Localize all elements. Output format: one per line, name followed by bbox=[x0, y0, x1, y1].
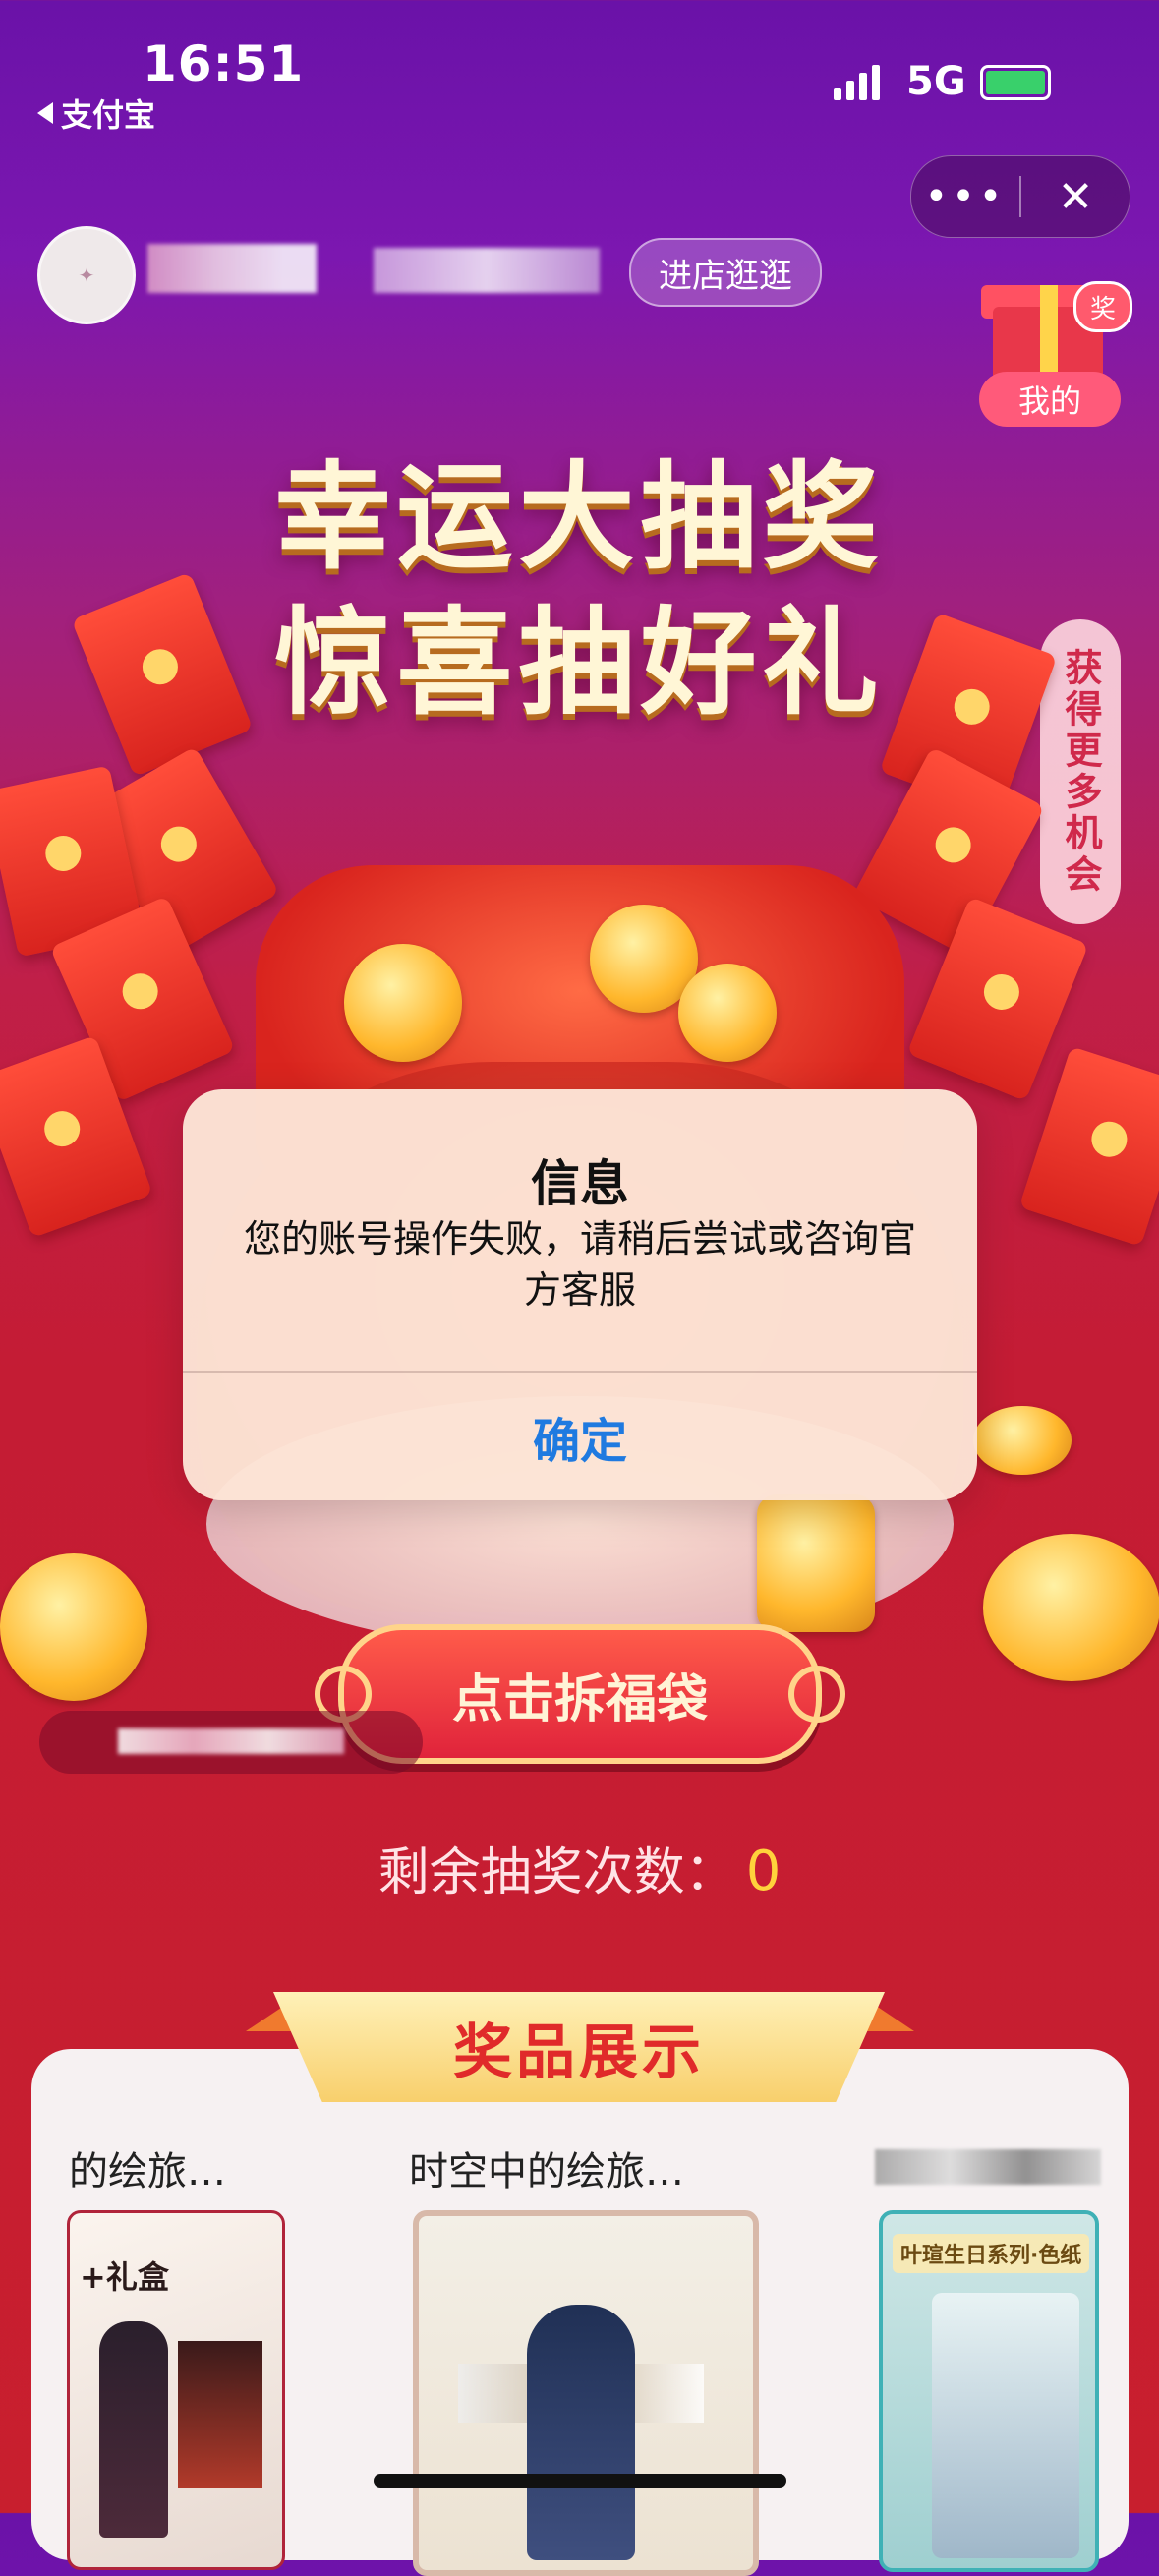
coin-icon bbox=[983, 1534, 1159, 1681]
series-label: 叶瑄生日系列·色纸 bbox=[893, 2234, 1090, 2273]
prize-image[interactable]: 叶瑄生日系列·色纸 bbox=[879, 2210, 1099, 2572]
network-type: 5G bbox=[906, 59, 966, 104]
enter-store-button[interactable]: 进店逛逛 bbox=[629, 238, 822, 307]
remaining-draws-label: 剩余抽奖次数： bbox=[377, 1844, 736, 1903]
store-subtitle-redacted bbox=[374, 248, 600, 293]
battery-icon bbox=[980, 65, 1051, 100]
showcase-title-banner: 奖品展示 bbox=[273, 1992, 885, 2102]
character-card bbox=[178, 2341, 262, 2488]
dialog-ok-button[interactable]: 确定 bbox=[183, 1373, 977, 1500]
prize-image[interactable] bbox=[413, 2210, 759, 2576]
gift-ribbon-icon bbox=[1040, 285, 1058, 383]
home-indicator[interactable] bbox=[374, 2474, 786, 2488]
back-triangle-icon bbox=[37, 102, 53, 124]
store-name-redacted bbox=[147, 244, 317, 293]
remaining-draws-count: 0 bbox=[745, 1840, 782, 1903]
cellular-signal-icon bbox=[834, 65, 880, 100]
my-prize-button[interactable]: 我的 bbox=[979, 372, 1121, 427]
prize-image[interactable]: +礼盒 bbox=[67, 2210, 285, 2570]
remaining-draws: 剩余抽奖次数： 0 bbox=[0, 1831, 1159, 1904]
more-options-button[interactable]: ••• bbox=[911, 177, 1019, 216]
dialog-message: 您的账号操作失败，请稍后尝试或咨询官方客服 bbox=[243, 1217, 916, 1312]
coin-icon bbox=[0, 1553, 147, 1701]
prize-name[interactable]: 的绘旅… bbox=[69, 2139, 226, 2196]
winner-ticker-text-redacted bbox=[118, 1728, 344, 1754]
dialog-title: 信息 bbox=[531, 1155, 629, 1212]
close-button[interactable]: ✕ bbox=[1021, 172, 1130, 222]
coin-icon bbox=[973, 1406, 1072, 1475]
store-avatar[interactable]: ✦ bbox=[37, 226, 136, 324]
coin-icon bbox=[678, 964, 777, 1062]
alert-dialog: 信息 您的账号操作失败，请稍后尝试或咨询官方客服 确定 bbox=[183, 1089, 977, 1500]
coin-icon bbox=[757, 1494, 875, 1632]
character-card bbox=[932, 2293, 1079, 2558]
character-figure bbox=[527, 2305, 635, 2560]
status-time: 16:51 bbox=[143, 35, 305, 92]
back-to-app-link[interactable]: 支付宝 bbox=[37, 90, 155, 136]
showcase-title: 奖品展示 bbox=[453, 2018, 705, 2087]
back-app-label: 支付宝 bbox=[61, 96, 156, 134]
coin-icon bbox=[344, 944, 462, 1062]
character-figure bbox=[99, 2321, 168, 2538]
headline-line1: 幸运大抽奖 bbox=[274, 449, 885, 585]
more-chances-label: 获得更多机会 bbox=[1059, 648, 1102, 896]
prize-name[interactable]: 时空中的绘旅… bbox=[409, 2139, 684, 2196]
miniprogram-capsule: ••• ✕ bbox=[910, 155, 1130, 238]
red-envelope-icon bbox=[1018, 1046, 1159, 1247]
prize-name-redacted bbox=[875, 2149, 1101, 2185]
prize-badge: 奖 bbox=[1073, 281, 1132, 332]
giftbox-label: +礼盒 bbox=[80, 2258, 169, 2296]
